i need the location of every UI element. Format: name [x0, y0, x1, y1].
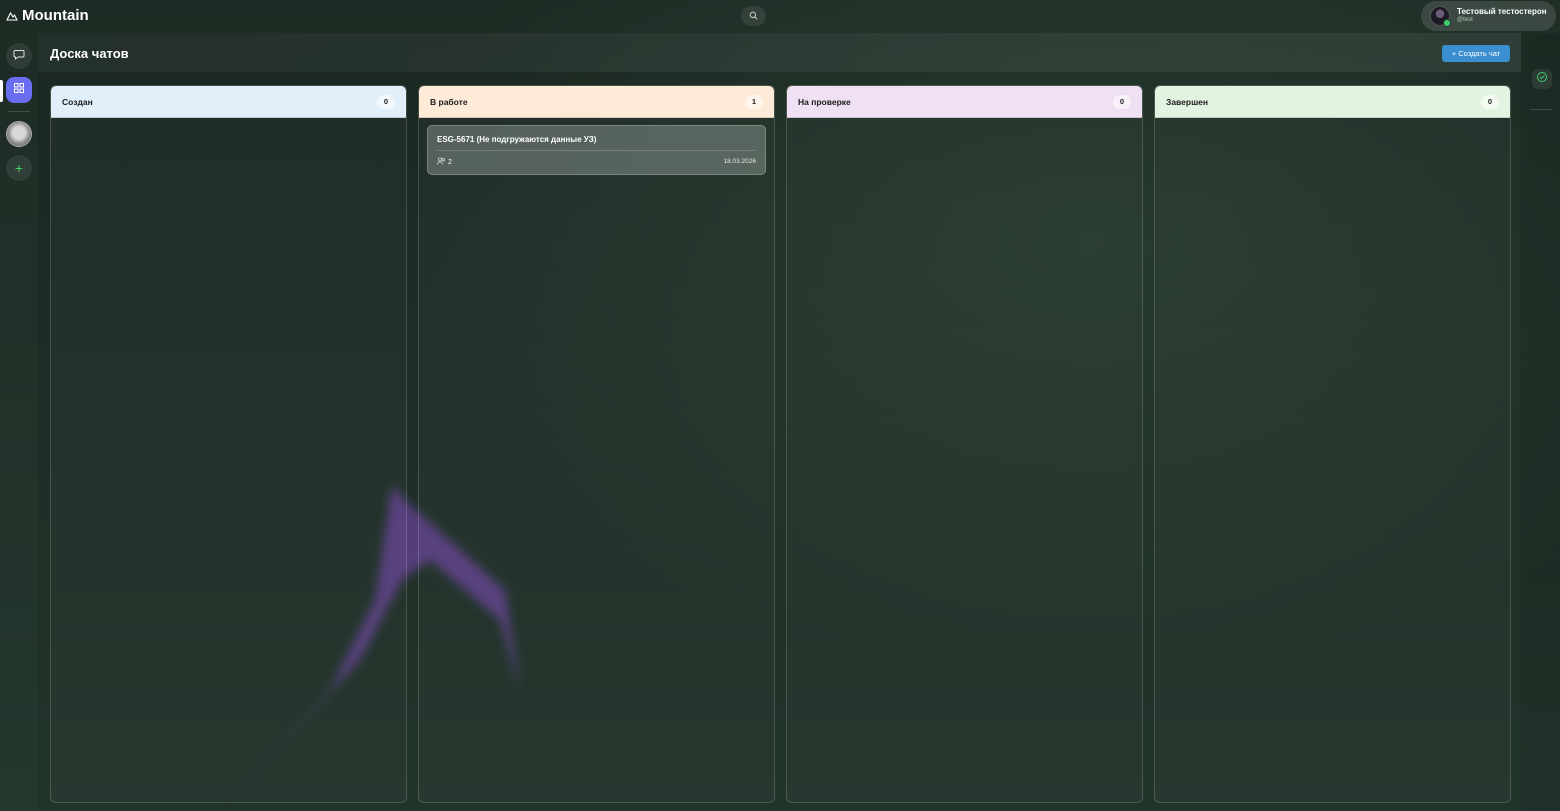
- left-rail: +: [0, 33, 38, 811]
- chat-bubble-icon: [13, 47, 25, 65]
- column-header: В работе 1: [419, 86, 774, 118]
- rail-divider: [8, 111, 30, 112]
- user-handle: @test: [1457, 17, 1473, 23]
- column-count-badge: 0: [1113, 94, 1131, 109]
- card-members: 2: [437, 157, 452, 167]
- column-done: Завершен 0: [1154, 85, 1511, 803]
- main-content: Доска чатов + Создать чат Создан 0 В раб…: [38, 33, 1521, 811]
- create-chat-button[interactable]: + Создать чат: [1442, 45, 1510, 62]
- top-bar: Mountain Тестовый тестостерон @test: [0, 0, 1560, 33]
- online-status-dot: [1443, 19, 1451, 27]
- column-header: Завершен 0: [1155, 86, 1510, 118]
- board-grid-icon: [13, 81, 25, 99]
- column-created: Создан 0: [50, 85, 407, 803]
- users-icon: [437, 157, 446, 167]
- column-title: В работе: [430, 96, 468, 107]
- avatar: [1430, 6, 1451, 27]
- plus-icon: +: [14, 160, 24, 176]
- column-header: Создан 0: [51, 86, 406, 118]
- page-title: Доска чатов: [50, 46, 129, 61]
- board-nav-button[interactable]: [6, 77, 32, 103]
- search-button[interactable]: [741, 6, 766, 26]
- column-title: Создан: [62, 96, 93, 107]
- chat-card[interactable]: ESG-5671 (Не подгружаются данные УЗ) 2 1…: [427, 125, 766, 175]
- add-server-button[interactable]: +: [6, 155, 32, 181]
- column-in-progress: В работе 1 ESG-5671 (Не подгружаются дан…: [418, 85, 775, 803]
- check-circle-icon: [1536, 70, 1548, 88]
- active-indicator: [0, 80, 3, 102]
- mountain-icon: [6, 11, 18, 21]
- search-icon: [749, 7, 758, 25]
- right-rail: [1521, 33, 1560, 811]
- user-name: Тестовый тестостерон: [1457, 7, 1547, 16]
- user-profile-button[interactable]: Тестовый тестостерон @test: [1421, 1, 1556, 31]
- column-header: На проверке 0: [787, 86, 1142, 118]
- card-member-count: 2: [448, 158, 452, 166]
- right-rail-divider: [1530, 109, 1552, 110]
- column-count-badge: 1: [745, 94, 763, 109]
- column-count-badge: 0: [377, 94, 395, 109]
- page-header: Доска чатов + Создать чат: [38, 33, 1521, 73]
- card-divider: [437, 150, 756, 151]
- column-count-badge: 0: [1481, 94, 1499, 109]
- card-date: 18.03.2026: [723, 158, 756, 165]
- app-name: Mountain: [22, 7, 89, 24]
- column-title: На проверке: [798, 96, 851, 107]
- brand[interactable]: Mountain: [6, 7, 89, 24]
- chats-nav-button[interactable]: [6, 43, 32, 69]
- column-title: Завершен: [1166, 96, 1209, 107]
- column-review: На проверке 0: [786, 85, 1143, 803]
- card-title: ESG-5671 (Не подгружаются данные УЗ): [437, 135, 597, 144]
- server-avatar[interactable]: [6, 121, 32, 147]
- status-button[interactable]: [1532, 69, 1552, 89]
